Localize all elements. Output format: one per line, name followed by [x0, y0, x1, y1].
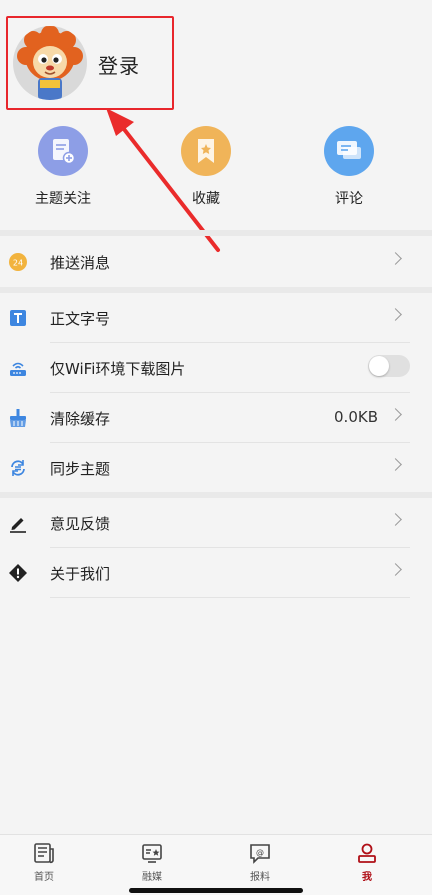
push-messages-row[interactable]: 24 推送消息 [0, 237, 432, 287]
chevron-right-icon [389, 408, 402, 421]
comment-label: 评论 [335, 191, 363, 207]
sync-topics-row[interactable]: 同步主题 [0, 443, 432, 493]
info-diamond-icon [8, 563, 28, 583]
router-icon [8, 358, 28, 378]
tab-home-label: 首页 [34, 872, 54, 883]
tab-media[interactable]: 融媒 [122, 841, 182, 883]
tab-home[interactable]: 首页 [14, 841, 74, 883]
lion-mascot-icon [17, 26, 83, 100]
sync-icon [8, 458, 28, 478]
newspaper-icon [32, 841, 56, 865]
quick-actions: 主题关注 收藏 评论 [0, 126, 432, 216]
chevron-right-icon [389, 513, 402, 526]
tab-me[interactable]: 我 [337, 841, 397, 883]
pen-icon [8, 513, 28, 533]
font-size-label: 正文字号 [50, 310, 111, 328]
tab-me-label: 我 [362, 872, 372, 883]
section-divider [0, 230, 432, 236]
avatar[interactable] [13, 26, 87, 100]
media-icon [140, 841, 164, 865]
comment-button[interactable]: 评论 [289, 126, 409, 208]
broom-icon [8, 408, 28, 428]
push-24-icon: 24 [8, 252, 28, 272]
wifi-only-images-toggle[interactable] [368, 355, 410, 377]
wifi-only-images-row: 仅WiFi环境下载图片 [0, 343, 432, 393]
feedback-row[interactable]: 意见反馈 [0, 498, 432, 548]
chevron-right-icon [389, 308, 402, 321]
clear-cache-row[interactable]: 清除缓存 0.0KB [0, 393, 432, 443]
text-size-icon [8, 308, 28, 328]
person-icon [355, 841, 379, 865]
bottom-tab-bar: 首页 融媒 @ 报料 我 [0, 834, 432, 895]
tab-media-label: 融媒 [142, 872, 162, 883]
chevron-right-icon [389, 563, 402, 576]
topic-follow-label: 主题关注 [35, 191, 91, 207]
cache-size-value: 0.0KB [334, 408, 378, 426]
login-label[interactable]: 登录 [98, 50, 140, 79]
about-us-row[interactable]: 关于我们 [0, 548, 432, 598]
favorites-button[interactable]: 收藏 [146, 126, 266, 208]
svg-text:@: @ [256, 848, 264, 857]
profile-login-card[interactable]: 登录 [6, 16, 174, 110]
about-us-label: 关于我们 [50, 565, 111, 583]
toggle-knob [369, 356, 389, 376]
font-size-row[interactable]: 正文字号 [0, 293, 432, 343]
tab-report[interactable]: @ 报料 [230, 841, 290, 883]
push-messages-label: 推送消息 [50, 254, 111, 272]
topic-follow-button[interactable]: 主题关注 [3, 126, 123, 208]
sync-topics-label: 同步主题 [50, 460, 111, 478]
feedback-label: 意见反馈 [50, 515, 111, 533]
favorites-icon [181, 126, 231, 176]
topic-follow-icon [38, 126, 88, 176]
clear-cache-label: 清除缓存 [50, 410, 111, 428]
report-chat-icon: @ [248, 841, 272, 865]
home-indicator [129, 888, 303, 893]
tab-report-label: 报料 [250, 872, 270, 883]
favorites-label: 收藏 [192, 191, 220, 207]
chevron-right-icon [389, 252, 402, 265]
comment-icon [324, 126, 374, 176]
svg-text:24: 24 [13, 259, 23, 268]
chevron-right-icon [389, 458, 402, 471]
wifi-only-images-label: 仅WiFi环境下载图片 [50, 360, 186, 378]
